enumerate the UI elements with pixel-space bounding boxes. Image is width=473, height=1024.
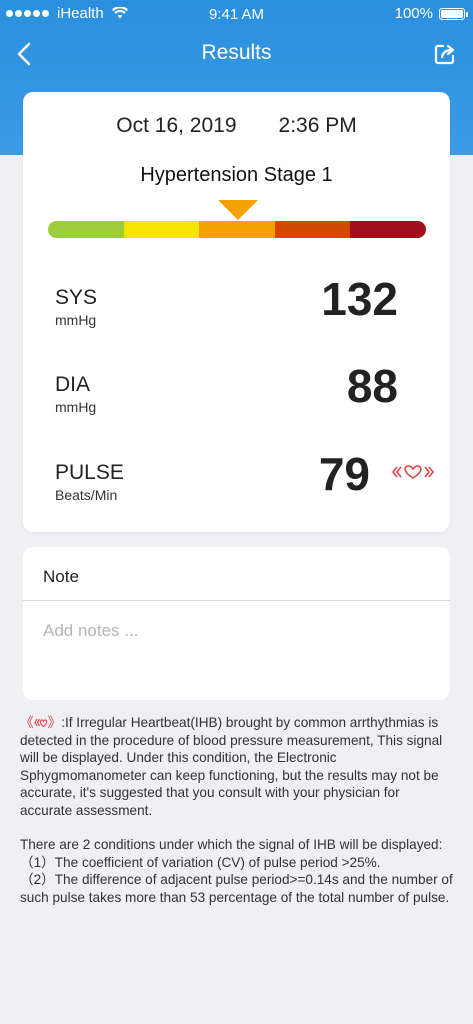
sys-metric: SYS mmHg 132 — [55, 273, 415, 328]
scale-segment-stage2 — [274, 221, 351, 238]
dia-value: 88 — [346, 360, 398, 412]
ihb-inline-icon: 《》 — [20, 715, 62, 730]
scale-marker-icon — [218, 200, 258, 220]
irregular-heartbeat-icon — [391, 463, 435, 481]
battery-icon — [439, 7, 468, 20]
navigation-bar: Results — [0, 28, 473, 80]
scale-segment-crisis — [350, 221, 426, 238]
condition-1: （1）The coefficient of variation (CV) of … — [20, 854, 381, 870]
dia-metric: DIA mmHg 88 — [55, 360, 415, 415]
battery-percent: 100% — [394, 5, 433, 22]
status-right: 100% — [394, 5, 468, 22]
bp-color-scale — [48, 221, 426, 238]
sys-value: 132 — [321, 273, 398, 325]
pulse-metric: PULSE Beats/Min 79 — [55, 448, 435, 503]
measurement-time: 2:36 PM — [278, 114, 357, 137]
status-bar: iHealth 9:41 AM 100% — [0, 0, 473, 28]
result-card: Oct 16, 2019 2:36 PM Hypertension Stage 1… — [23, 92, 450, 532]
scale-segment-elevated — [123, 221, 200, 238]
share-icon — [434, 44, 455, 65]
condition-2: （2）The difference of adjacent pulse peri… — [20, 872, 453, 905]
note-card: Note — [23, 547, 450, 700]
conditions-intro: There are 2 conditions under which the s… — [20, 837, 443, 852]
note-title: Note — [43, 567, 79, 586]
measurement-date: Oct 16, 2019 — [116, 114, 237, 137]
share-button[interactable] — [429, 38, 461, 70]
pulse-value: 79 — [319, 447, 370, 501]
pulse-number: 79 — [318, 448, 370, 500]
hypertension-stage: Hypertension Stage 1 — [140, 164, 333, 186]
note-input[interactable] — [43, 617, 428, 645]
ihb-description: 《》:If Irregular Heartbeat(IHB) brought b… — [20, 714, 453, 819]
measurement-datetime: Oct 16, 2019 2:36 PM — [23, 114, 450, 138]
note-divider — [23, 600, 450, 601]
page-title: Results — [201, 41, 272, 64]
scale-segment-normal — [48, 221, 124, 238]
ihb-info-text: 《》:If Irregular Heartbeat(IHB) brought b… — [20, 714, 453, 906]
ihb-description-text: :If Irregular Heartbeat(IHB) brought by … — [20, 715, 443, 818]
scale-segment-stage1 — [199, 221, 275, 238]
